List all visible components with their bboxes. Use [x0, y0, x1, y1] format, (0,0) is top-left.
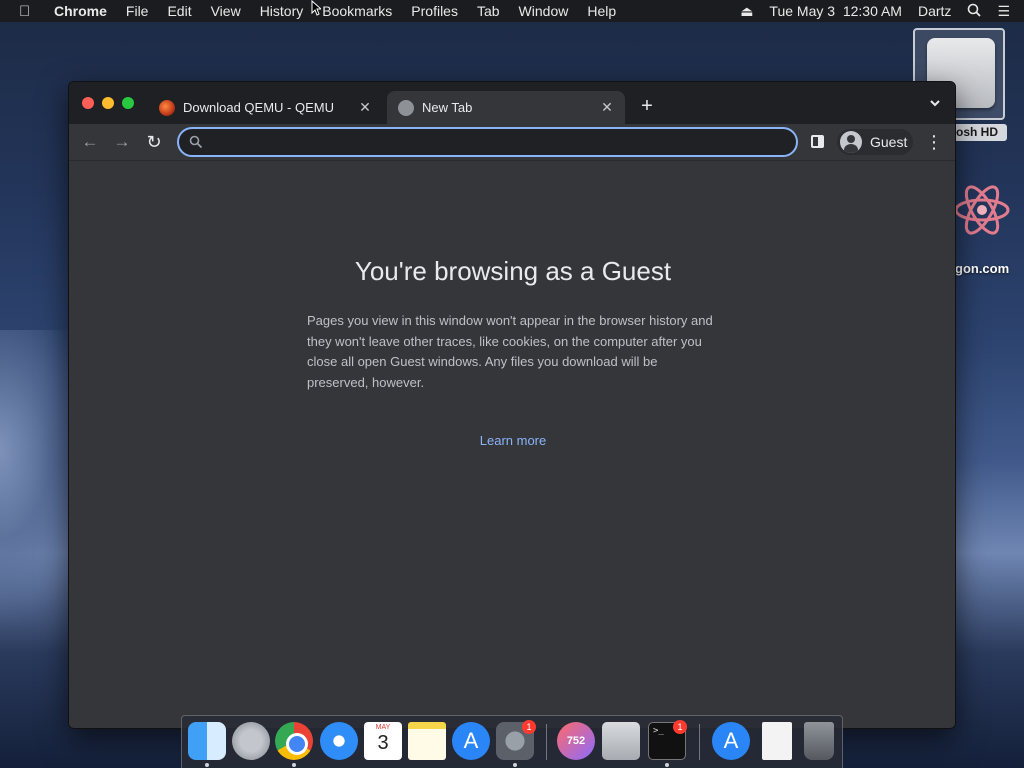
tab-search-chevron-down-icon[interactable] [927, 96, 943, 112]
notification-center-icon[interactable]: ☰ [997, 3, 1010, 20]
safari-icon[interactable] [320, 722, 358, 760]
menu-view[interactable]: View [211, 3, 241, 19]
close-tab-icon[interactable]: ✕ [357, 99, 373, 115]
eject-icon[interactable]: ⏏ [740, 3, 753, 20]
chrome-window: Download QEMU - QEMU ✕ New Tab ✕ + ← → ↻… [68, 81, 956, 729]
omnibox[interactable] [177, 127, 798, 157]
menu-file[interactable]: File [126, 3, 149, 19]
desktop-qemu-label[interactable]: gon.com [955, 261, 1009, 276]
desktop-hard-drive-label[interactable]: osh HD [952, 124, 1007, 141]
new-tab-plus-icon[interactable]: + [637, 96, 657, 116]
reload-icon[interactable]: ↻ [144, 132, 164, 152]
document-file-icon[interactable] [762, 722, 792, 760]
mouse-cursor-icon [311, 0, 321, 16]
running-indicator [205, 763, 209, 767]
app-store-download-icon[interactable]: A [712, 722, 750, 760]
close-tab-icon[interactable]: ✕ [599, 99, 615, 115]
page-content: You're browsing as a Guest Pages you vie… [69, 160, 955, 728]
finder-icon[interactable] [188, 722, 226, 760]
terminal-prompt: >_ [653, 726, 664, 736]
menu-user[interactable]: Dartz [918, 3, 951, 19]
disk-utility-icon[interactable] [602, 722, 640, 760]
forward-arrow-icon[interactable]: → [112, 132, 132, 152]
dock-separator [699, 724, 700, 760]
launchpad-icon[interactable] [232, 722, 270, 760]
tab-title: Download QEMU - QEMU [183, 100, 334, 115]
more-menu-icon[interactable]: ⋮ [925, 132, 943, 152]
profile-button[interactable]: Guest [837, 129, 913, 155]
page-title: You're browsing as a Guest [354, 256, 672, 286]
running-indicator [292, 763, 296, 767]
menu-edit[interactable]: Edit [167, 3, 191, 19]
notes-icon[interactable] [408, 722, 446, 760]
menu-history[interactable]: History [260, 3, 304, 19]
menu-app-name[interactable]: Chrome [54, 3, 107, 19]
globe-favicon-icon [398, 99, 414, 116]
dock: MAY 3 A 1 752 >_ 1 A [181, 715, 843, 768]
menu-help[interactable]: Help [587, 3, 616, 19]
apple-menu-icon[interactable]:  [19, 3, 41, 20]
running-indicator [513, 763, 517, 767]
menu-clock[interactable]: Tue May 3 12:30 AM [769, 3, 902, 19]
profile-label: Guest [870, 134, 908, 150]
back-arrow-icon[interactable]: ← [80, 132, 100, 152]
spotlight-search-icon[interactable] [967, 3, 982, 20]
chrome-icon[interactable] [275, 722, 313, 760]
trash-icon[interactable] [804, 722, 834, 760]
notification-badge: 1 [522, 720, 536, 734]
qemu-favicon-icon [159, 99, 175, 116]
tab-title: New Tab [422, 100, 473, 115]
tab-download-qemu[interactable]: Download QEMU - QEMU ✕ [153, 91, 383, 124]
minimize-window-button[interactable] [102, 97, 114, 109]
search-icon [189, 135, 203, 149]
notification-badge: 1 [673, 720, 687, 734]
menu-bookmarks[interactable]: Bookmarks [322, 3, 392, 19]
calendar-icon[interactable]: MAY 3 [364, 722, 402, 760]
menu-tab[interactable]: Tab [477, 3, 500, 19]
address-input[interactable] [211, 130, 796, 154]
desktop-qemu-icon[interactable] [952, 170, 1012, 250]
tab-strip: Download QEMU - QEMU ✕ New Tab ✕ + [69, 82, 955, 124]
zoom-window-button[interactable] [122, 97, 134, 109]
learn-more-link[interactable]: Learn more [69, 433, 955, 448]
browser-toolbar: ← → ↻ Guest ⋮ [69, 124, 955, 160]
running-indicator [665, 763, 669, 767]
side-panel-icon[interactable] [811, 135, 824, 148]
tab-new-tab[interactable]: New Tab ✕ [387, 91, 625, 124]
calendar-month: MAY [375, 724, 391, 731]
close-window-button[interactable] [82, 97, 94, 109]
dock-separator [546, 724, 547, 760]
app-store-icon[interactable]: A [452, 722, 490, 760]
menu-profiles[interactable]: Profiles [411, 3, 458, 19]
menu-window[interactable]: Window [519, 3, 569, 19]
app-752-icon[interactable]: 752 [557, 722, 595, 760]
menu-bar:  Chrome File Edit View History Bookmark… [0, 0, 1024, 22]
calendar-day: 3 [377, 732, 389, 754]
guest-avatar-icon [840, 131, 862, 153]
guest-description: Pages you view in this window won't appe… [307, 313, 713, 390]
